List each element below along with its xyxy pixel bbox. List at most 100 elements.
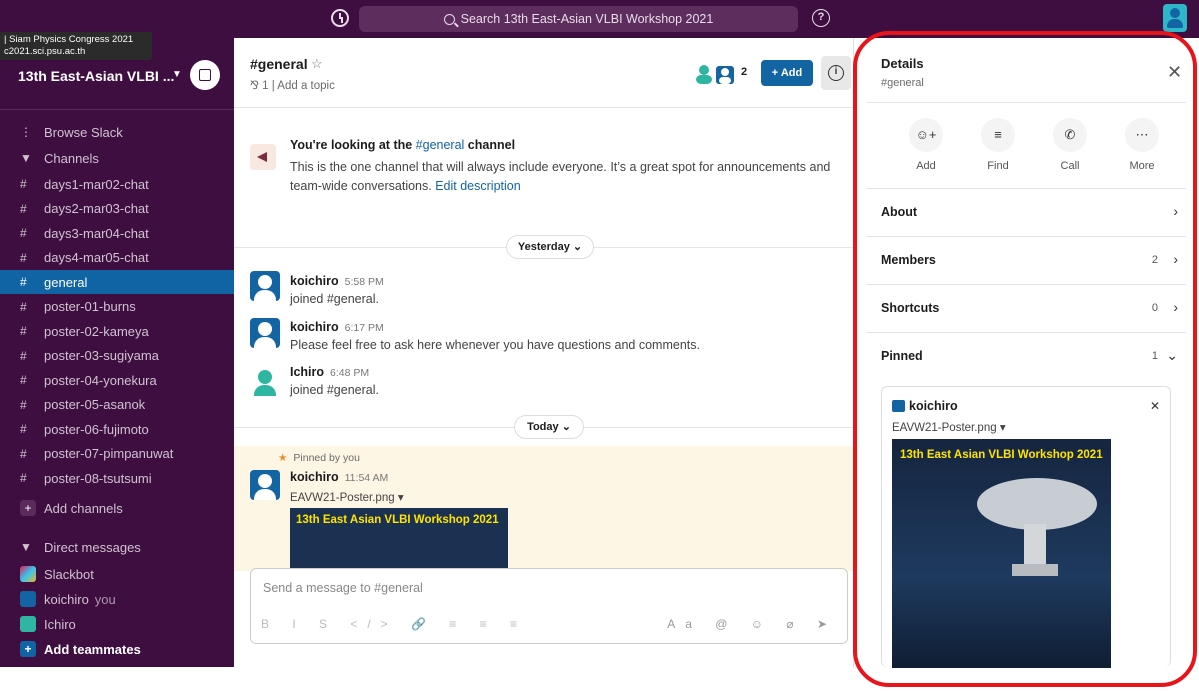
sidebar-item-label: poster-07-pimpanuwat	[44, 446, 174, 461]
slackbot-avatar	[20, 566, 36, 582]
sidebar-item-days3-mar04-chat[interactable]: # days3-mar04-chat	[0, 221, 234, 245]
hash-icon: #	[20, 250, 27, 265]
info-icon[interactable]	[821, 56, 851, 90]
history-icon[interactable]	[331, 9, 349, 27]
call-button[interactable]: ✆ Call	[1040, 118, 1100, 172]
pinned-author[interactable]: koichiro	[892, 399, 958, 413]
dm-koichiro[interactable]: koichiro you	[0, 587, 234, 611]
message-author[interactable]: koichiro 5:58 PM	[290, 274, 384, 288]
dm-header[interactable]: ▼ Direct messages	[0, 535, 234, 559]
hash-icon: #	[20, 348, 27, 363]
add-teammates[interactable]: + Add teammates	[0, 637, 234, 661]
message-composer[interactable]: Send a message to #general B I S </> 🔗 ≡…	[250, 568, 848, 644]
sidebar-item-poster-05-asanok[interactable]: # poster-05-asanok	[0, 393, 234, 417]
user-avatar[interactable]	[1163, 4, 1187, 32]
sidebar-item-poster-07-pimpanuwat[interactable]: # poster-07-pimpanuwat	[0, 442, 234, 466]
divider	[866, 102, 1186, 103]
sidebar-item-poster-03-sugiyama[interactable]: # poster-03-sugiyama	[0, 344, 234, 368]
day-pill-today[interactable]: Today ⌄	[514, 415, 584, 439]
hash-icon: #	[20, 446, 27, 461]
sidebar-item-poster-01-burns[interactable]: # poster-01-burns	[0, 295, 234, 319]
radio-telescope-image	[977, 478, 1097, 576]
poster-title: 13th East Asian VLBI Workshop 2021	[296, 514, 499, 526]
details-row-members[interactable]: Members 2 ›	[866, 236, 1186, 284]
sidebar-item-days4-mar05-chat[interactable]: # days4-mar05-chat	[0, 246, 234, 270]
avatar[interactable]	[250, 271, 280, 301]
composer-actions[interactable]: Aa @ ☺ ⌀ ➤	[667, 617, 837, 631]
details-subtitle: #general	[881, 77, 924, 89]
sidebar-item-label: general	[44, 274, 88, 290]
avatar[interactable]	[250, 470, 280, 500]
details-row-pinned[interactable]: Pinned 1 ⌄	[866, 332, 1186, 380]
details-row-about[interactable]: About ›	[866, 188, 1186, 236]
channel-link[interactable]: #general	[416, 138, 465, 152]
day-pill-yesterday[interactable]: Yesterday ⌄	[506, 235, 594, 259]
pinned-item-card[interactable]: koichiro ✕ EAVW21-Poster.png ▾ 13th East…	[881, 386, 1171, 668]
member-count[interactable]: 2	[741, 66, 747, 78]
member-avatars[interactable]	[694, 64, 736, 84]
intro-body: This is the one channel that will always…	[290, 160, 831, 193]
hash-icon: #	[20, 471, 27, 485]
message-text: joined #general.	[290, 292, 379, 306]
sidebar-item-poster-02-kameya[interactable]: # poster-02-kameya	[0, 319, 234, 343]
add-button[interactable]: + Add	[761, 60, 813, 86]
details-row-shortcuts[interactable]: Shortcuts 0 ›	[866, 284, 1186, 332]
search-placeholder: Search 13th East-Asian VLBI Workshop 202…	[460, 12, 714, 26]
chevron-right-icon: ›	[1173, 203, 1178, 219]
hash-icon: #	[20, 324, 27, 338]
megaphone-icon	[250, 144, 276, 170]
compose-icon[interactable]	[190, 60, 220, 90]
message-author[interactable]: Ichiro 6:48 PM	[290, 365, 369, 379]
channel-topic[interactable]: ⅋ 1 | Add a topic	[250, 78, 335, 92]
file-name[interactable]: EAVW21-Poster.png ▾	[290, 490, 404, 504]
help-icon[interactable]: ?	[812, 9, 830, 27]
workspace-name[interactable]: 13th East-Asian VLBI ...	[18, 68, 174, 84]
more-button[interactable]: ⋯ More	[1112, 118, 1172, 172]
browse-slack[interactable]: ⋮ Browse Slack	[0, 120, 234, 144]
edit-description-link[interactable]: Edit description	[435, 179, 520, 193]
sidebar-item-label: poster-03-sugiyama	[44, 348, 159, 363]
close-icon[interactable]: ✕	[1150, 399, 1160, 413]
sidebar-item-poster-06-fujimoto[interactable]: # poster-06-fujimoto	[0, 417, 234, 441]
pinned-by-label: ★ Pinned by you	[278, 452, 360, 464]
avatar[interactable]	[250, 318, 280, 348]
dm-slackbot[interactable]: Slackbot	[0, 562, 234, 586]
file-name[interactable]: EAVW21-Poster.png ▾	[892, 420, 1006, 434]
hash-icon: #	[20, 422, 27, 436]
browser-tooltip: | Siam Physics Congress 2021 c2021.sci.p…	[0, 32, 152, 60]
star-icon[interactable]: ☆	[311, 56, 323, 72]
more-icon: ⋯	[1125, 118, 1159, 152]
hash-icon: #	[20, 299, 27, 314]
chevron-right-icon: ›	[1173, 299, 1178, 315]
poster-image[interactable]: 13th East Asian VLBI Workshop 2021	[290, 508, 508, 570]
message-author[interactable]: koichiro 11:54 AM	[290, 470, 388, 484]
sidebar-item-days1-mar02-chat[interactable]: # days1-mar02-chat	[0, 172, 234, 196]
sidebar-item-days2-mar03-chat[interactable]: # days2-mar03-chat	[0, 197, 234, 221]
plus-icon: +	[20, 500, 36, 516]
hash-icon: #	[20, 201, 27, 216]
format-toolbar[interactable]: B I S </> 🔗 ≡ ≡ ≡	[261, 617, 527, 631]
intro-title: You're looking at the #general channel	[290, 138, 516, 152]
search-icon	[443, 13, 455, 25]
avatar[interactable]	[250, 366, 280, 396]
sidebar-item-label: poster-05-asanok	[44, 397, 146, 412]
chevron-down-icon[interactable]: ▼	[172, 69, 182, 80]
add-channels[interactable]: + Add channels	[0, 496, 234, 520]
close-icon[interactable]: ✕	[1167, 62, 1182, 83]
channel-title[interactable]: #general	[250, 56, 308, 72]
channels-header[interactable]: ▼ Channels	[0, 146, 234, 170]
sidebar: 13th East-Asian VLBI ... ▼ ⋮ Browse Slack…	[0, 38, 234, 667]
sidebar-item-poster-08-tsutsumi[interactable]: # poster-08-tsutsumi	[0, 466, 234, 490]
avatar	[892, 400, 905, 412]
message-author[interactable]: koichiro 6:17 PM	[290, 320, 384, 334]
add-people-button[interactable]: ☺+ Add	[896, 118, 956, 172]
sidebar-item-poster-04-yonekura[interactable]: # poster-04-yonekura	[0, 368, 234, 392]
find-button[interactable]: ≡ Find	[968, 118, 1028, 172]
dm-ichiro[interactable]: Ichiro	[0, 612, 234, 636]
poster-image[interactable]: 13th East Asian VLBI Workshop 2021	[892, 439, 1111, 668]
chevron-right-icon: ›	[1173, 251, 1178, 267]
sidebar-item-label: poster-01-burns	[44, 299, 136, 314]
sidebar-item-general[interactable]: # general	[0, 270, 234, 294]
sidebar-item-label: days2-mar03-chat	[44, 201, 149, 216]
search-bar[interactable]: Search 13th East-Asian VLBI Workshop 202…	[359, 6, 798, 32]
